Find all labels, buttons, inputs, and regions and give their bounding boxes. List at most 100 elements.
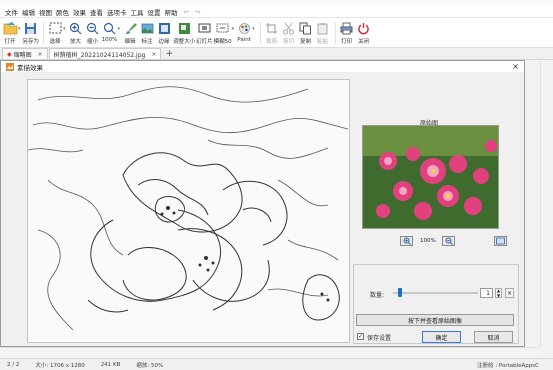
amount-slider-thumb[interactable] (397, 288, 402, 297)
open-dropdown-icon[interactable]: ▾ (18, 26, 21, 32)
tab-image-label: 树荫植树_20221024114052.jpg (53, 51, 146, 59)
selection-icon (47, 20, 63, 36)
tab-bar: ◆ 缩略图 × 树荫植树_20221024114052.jpg × + (0, 48, 553, 60)
thumbnails-icon: ◆ (7, 50, 12, 58)
status-dimensions: 大小: 1706 x 1280 (35, 362, 85, 369)
crop-icon (264, 20, 280, 36)
new-tab-button[interactable]: + (162, 48, 176, 59)
zoom-out-label: 缩小 (87, 39, 99, 45)
tag-button[interactable]: 标注 (139, 18, 155, 48)
vertical-scrollbar[interactable] (540, 60, 553, 347)
save-settings-label: 保存设置 (367, 335, 392, 342)
tag-icon (139, 20, 155, 36)
paste-button[interactable]: 粘贴 (315, 18, 331, 48)
blur-button[interactable]: 模糊50 (214, 18, 232, 48)
status-index: 2 / 2 (7, 361, 20, 368)
copy-label: 复制 (300, 39, 312, 45)
tab-image[interactable]: 树荫植树_20221024114052.jpg × (48, 48, 162, 59)
tab-close-icon[interactable]: × (151, 51, 156, 58)
menu-effects[interactable]: 效果 (71, 7, 88, 17)
undo-icon[interactable]: ↩ (182, 8, 191, 16)
horizontal-scrollbar[interactable] (0, 347, 540, 358)
zoom-100-label: 100% (101, 37, 118, 43)
print-button[interactable]: 打印 (339, 18, 355, 48)
toolbar: 打开 ▾ 另存为 选择 ▾ 放大 缩小 100% ▾ 编辑 标注 边缘 调整大小 (0, 18, 553, 48)
zoom-100-button[interactable]: 100% (102, 18, 118, 48)
zoom-in-button[interactable]: 放大 (68, 18, 84, 48)
menu-help[interactable]: 帮助 (163, 7, 180, 17)
cut-button[interactable]: 剪切 (281, 18, 297, 48)
status-filesize: 241 KB (100, 361, 121, 368)
ok-button[interactable]: 确定 (422, 331, 461, 343)
fit-window-icon (496, 237, 505, 245)
open-button[interactable]: 打开 (2, 18, 18, 48)
blur-label: 模糊50 (213, 39, 232, 45)
menu-inspect[interactable]: 查看 (88, 7, 105, 17)
toolbar-separator (259, 22, 261, 44)
close-label: 关闭 (358, 39, 370, 45)
crop-label: 裁剪 (266, 39, 278, 45)
status-zoom: 缩放: 50% (136, 362, 164, 369)
select-button[interactable]: 选择 (47, 18, 63, 48)
close-button[interactable]: 关闭 (356, 18, 372, 48)
save-settings-checkbox[interactable]: ✓ (357, 333, 364, 340)
brush-icon (122, 20, 138, 36)
toolbar-separator (43, 22, 45, 44)
crop-button[interactable]: 裁剪 (264, 18, 280, 48)
save-as-button[interactable]: 另存为 (22, 18, 40, 48)
toolbar-separator (334, 22, 336, 44)
edit-label: 编辑 (124, 39, 136, 45)
zoom-actual-icon (102, 20, 118, 36)
menu-edit[interactable]: 编辑 (20, 7, 37, 17)
blur-icon (215, 20, 231, 36)
save-as-label: 另存为 (22, 39, 40, 45)
zoom-out-button[interactable]: 缩小 (85, 18, 101, 48)
amount-spinner[interactable]: ▲ ▼ (495, 288, 502, 298)
menu-color[interactable]: 颜色 (54, 7, 71, 17)
resize-icon (176, 20, 192, 36)
zoom-dropdown-icon[interactable]: ▾ (118, 26, 121, 32)
amount-input[interactable]: 1 (480, 288, 493, 298)
paste-icon (315, 20, 331, 36)
blur-dropdown-icon[interactable]: ▾ (232, 26, 235, 32)
thumb-zoom-value: 100% (420, 238, 436, 244)
tag-label: 标注 (141, 39, 153, 45)
tab-close-icon[interactable]: × (38, 51, 43, 58)
thumb-zoom-in-button[interactable] (400, 236, 413, 246)
border-icon (156, 20, 172, 36)
border-button[interactable]: 边缘 (156, 18, 172, 48)
thumb-zoom-out-button[interactable] (442, 236, 455, 246)
border-label: 边缘 (158, 39, 170, 45)
slideshow-button[interactable]: 幻灯片 (196, 18, 213, 48)
reset-amount-icon[interactable]: × (505, 288, 514, 298)
show-original-button[interactable]: 按下并查看原始图像 (356, 314, 514, 326)
tab-thumbnails[interactable]: ◆ 缩略图 × (2, 48, 48, 59)
paint-button[interactable]: Paint (236, 18, 252, 48)
app-icon (6, 62, 14, 71)
menu-tabs[interactable]: 选项卡 (105, 7, 129, 17)
resize-label: 调整大小 (173, 39, 196, 45)
edit-button[interactable]: 编辑 (122, 18, 138, 48)
cancel-button[interactable]: 取消 (474, 331, 513, 343)
amount-slider-track[interactable] (393, 292, 478, 294)
resize-button[interactable]: 调整大小 (173, 18, 195, 48)
menu-file[interactable]: 文件 (3, 7, 20, 17)
save-icon (23, 20, 39, 36)
slideshow-icon (196, 20, 212, 36)
menu-tools[interactable]: 工具 (129, 7, 146, 17)
menu-view[interactable]: 视图 (37, 7, 54, 17)
scissors-icon (281, 20, 297, 36)
paint-dropdown-icon[interactable]: ▾ (252, 26, 255, 32)
menu-settings[interactable]: 设置 (146, 7, 163, 17)
paint-label: Paint (237, 37, 251, 43)
redo-icon[interactable]: ↪ (193, 8, 202, 16)
menu-bar: 文件 编辑 视图 颜色 效果 查看 选项卡 工具 设置 帮助 ↩ ↪ (0, 6, 553, 18)
copy-button[interactable]: 复制 (298, 18, 314, 48)
paste-label: 粘贴 (317, 39, 329, 45)
fit-window-button[interactable] (494, 236, 507, 246)
flower-photo (363, 126, 498, 228)
printer-icon (339, 20, 355, 36)
select-dropdown-icon[interactable]: ▾ (63, 26, 66, 32)
dialog-close-icon[interactable]: × (512, 61, 519, 72)
dialog-titlebar: 素描效果 × (1, 61, 524, 72)
